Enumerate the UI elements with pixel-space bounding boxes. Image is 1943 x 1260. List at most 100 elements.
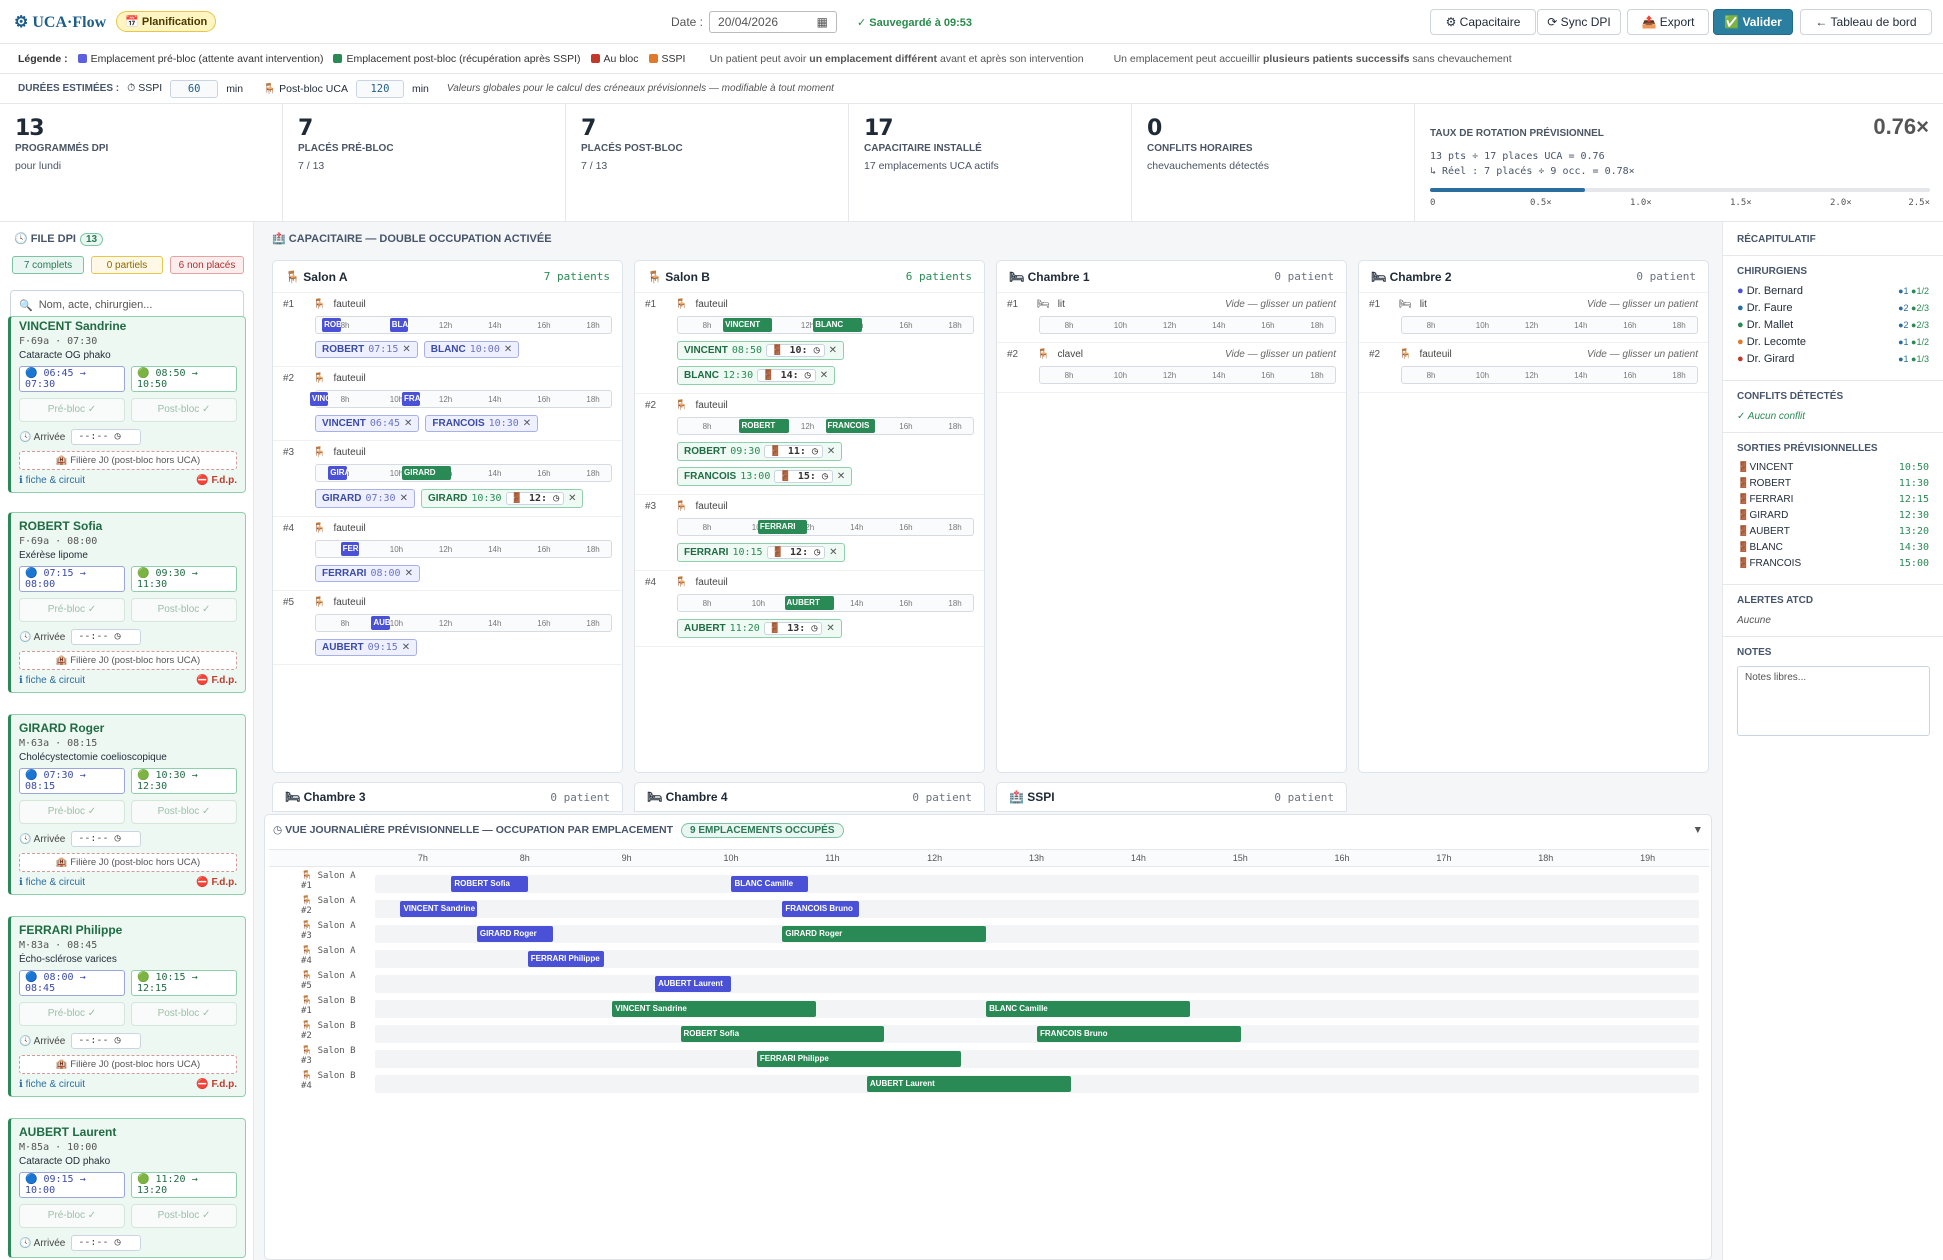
exit-time-input[interactable]: 🚪 13: ◷ [763, 622, 823, 635]
patient-chip[interactable]: VINCENT 08:50 🚪 10: ◷ ✕ [677, 341, 844, 360]
validate-button[interactable]: ✅ Valider [1713, 9, 1793, 35]
gantt-header[interactable]: ◷ VUE JOURNALIÈRE PRÉVISIONNELLE — OCCUP… [265, 815, 1711, 845]
gantt-bar[interactable]: BLANC Camille [986, 1001, 1190, 1017]
timeline-block[interactable]: VINCENT [309, 392, 329, 406]
remove-icon[interactable]: ✕ [405, 568, 413, 579]
timeline-block[interactable]: ROBERT [739, 419, 789, 433]
date-input[interactable]: 20/04/2026 ▦ [709, 11, 838, 33]
remove-icon[interactable]: ✕ [404, 418, 412, 429]
remove-icon[interactable]: ✕ [837, 471, 845, 482]
arrival-time-input[interactable]: --:-- ◷ [71, 1033, 142, 1049]
timeline-block[interactable]: VINCENT [723, 318, 773, 332]
calendar-icon[interactable]: ▦ [817, 15, 828, 29]
arrival-time-input[interactable]: --:-- ◷ [71, 1235, 142, 1251]
gantt-bar[interactable]: FRANCOIS Bruno [782, 901, 859, 917]
arrival-time-input[interactable]: --:-- ◷ [71, 629, 142, 645]
gantt-bar[interactable]: AUBERT Laurent [866, 1076, 1071, 1092]
post-duration-input[interactable]: 120 [355, 79, 404, 98]
fdp-button[interactable]: ⛔ F.d.p. [196, 475, 237, 486]
pre-bloc-button[interactable]: Pré-bloc ✓ [19, 398, 125, 422]
patient-chip[interactable]: AUBERT 11:20 🚪 13: ◷ ✕ [677, 619, 842, 638]
sspi-duration-input[interactable]: 60 [170, 79, 219, 98]
fiche-circuit-link[interactable]: ℹ fiche & circuit [19, 877, 85, 888]
fiche-circuit-link[interactable]: ℹ fiche & circuit [19, 475, 85, 486]
patient-chip[interactable]: ROBERT 07:15 ✕ [315, 341, 418, 358]
patient-chip[interactable]: FERRARI 08:00 ✕ [315, 565, 420, 582]
timeline-block[interactable]: AUBERT [784, 596, 834, 610]
remove-icon[interactable]: ✕ [568, 493, 576, 504]
patient-chip[interactable]: AUBERT 09:15 ✕ [315, 639, 418, 656]
filiere-badge[interactable]: 🏨 Filière J0 (post-bloc hors UCA) [19, 451, 237, 470]
fdp-button[interactable]: ⛔ F.d.p. [196, 1079, 237, 1090]
patient-card[interactable]: GIRARD Roger M·63a · 08:15 Cholécystectomi… [8, 714, 246, 895]
patient-chip[interactable]: GIRARD 07:30 ✕ [315, 489, 415, 508]
gantt-bar[interactable]: AUBERT Laurent [655, 976, 732, 992]
exit-time-input[interactable]: 🚪 12: ◷ [766, 546, 826, 559]
timeline-block[interactable]: FRANCOIS [825, 419, 875, 433]
pre-bloc-button[interactable]: Pré-bloc ✓ [19, 1002, 125, 1026]
dashboard-button[interactable]: ← Tableau de bord [1800, 9, 1932, 35]
notes-textarea[interactable]: Notes libres... [1737, 666, 1930, 736]
gantt-bar[interactable]: FERRARI Philippe [756, 1051, 961, 1067]
export-button[interactable]: 📤 Export [1627, 9, 1709, 35]
pre-bloc-button[interactable]: Pré-bloc ✓ [19, 800, 125, 824]
post-bloc-button[interactable]: Post-bloc ✓ [131, 398, 237, 422]
arrival-time-input[interactable]: --:-- ◷ [71, 429, 142, 445]
post-bloc-button[interactable]: Post-bloc ✓ [131, 598, 237, 622]
gantt-bar[interactable]: FRANCOIS Bruno [1037, 1026, 1241, 1042]
patient-chip[interactable]: BLANC 12:30 🚪 14: ◷ ✕ [677, 366, 836, 385]
timeline-block[interactable]: GIRARD [328, 466, 347, 480]
timeline-block[interactable]: GIRARD [402, 466, 452, 480]
pre-bloc-button[interactable]: Pré-bloc ✓ [19, 1204, 125, 1228]
remove-icon[interactable]: ✕ [402, 642, 410, 653]
exit-time-input[interactable]: 🚪 14: ◷ [757, 369, 816, 382]
gantt-bar[interactable]: BLANC Camille [731, 876, 808, 892]
remove-icon[interactable]: ✕ [826, 623, 834, 634]
remove-icon[interactable]: ✕ [523, 418, 531, 429]
post-bloc-button[interactable]: Post-bloc ✓ [131, 800, 237, 824]
exit-time-input[interactable]: 🚪 11: ◷ [764, 445, 823, 458]
patient-card[interactable]: FERRARI Philippe M·83a · 08:45 Écho-scléro… [8, 916, 246, 1097]
remove-icon[interactable]: ✕ [400, 493, 408, 504]
patient-chip[interactable]: FRANCOIS 13:00 🚪 15: ◷ ✕ [677, 467, 853, 486]
fiche-circuit-link[interactable]: ℹ fiche & circuit [19, 1079, 85, 1090]
exit-time-input[interactable]: 🚪 10: ◷ [766, 344, 825, 357]
collapse-chevron-icon[interactable]: ▼ [1693, 824, 1703, 836]
exit-time-input[interactable]: 🚪 15: ◷ [774, 470, 833, 483]
remove-icon[interactable]: ✕ [820, 370, 828, 381]
remove-icon[interactable]: ✕ [829, 345, 837, 356]
patient-chip[interactable]: GIRARD 10:30 🚪 12: ◷ ✕ [420, 489, 584, 508]
timeline-block[interactable]: FRANCOIS [402, 392, 421, 406]
remove-icon[interactable]: ✕ [402, 344, 410, 355]
remove-icon[interactable]: ✕ [827, 446, 835, 457]
post-bloc-button[interactable]: Post-bloc ✓ [131, 1204, 237, 1228]
filter-partiels[interactable]: 0 partiels [91, 256, 163, 274]
remove-icon[interactable]: ✕ [829, 547, 837, 558]
patient-card[interactable]: ROBERT Sofia F·69a · 08:00 Exérèse lipome 🔵… [8, 512, 246, 693]
filiere-badge[interactable]: 🏨 Filière J0 (post-bloc hors UCA) [19, 853, 237, 872]
gantt-bar[interactable]: VINCENT Sandrine [612, 1001, 816, 1017]
gantt-bar[interactable]: VINCENT Sandrine [400, 901, 477, 917]
timeline-block[interactable]: AUBERT [371, 616, 390, 630]
filiere-badge[interactable]: 🏨 Filière J0 (post-bloc hors UCA) [19, 651, 237, 670]
exit-time-input[interactable]: 🚪 12: ◷ [505, 492, 565, 505]
patient-chip[interactable]: ROBERT 09:30 🚪 11: ◷ ✕ [677, 442, 843, 461]
capacitaire-button[interactable]: ⚙ Capacitaire [1430, 9, 1536, 35]
timeline-block[interactable]: FERRARI [757, 520, 808, 534]
timeline-block[interactable]: BLANC [389, 318, 409, 332]
timeline-block[interactable]: BLANC [813, 318, 863, 332]
patient-card[interactable]: VINCENT Sandrine F·69a · 07:30 Cataracte O… [8, 316, 246, 493]
post-bloc-button[interactable]: Post-bloc ✓ [131, 1002, 237, 1026]
patient-chip[interactable]: VINCENT 06:45 ✕ [315, 415, 420, 432]
pre-bloc-button[interactable]: Pré-bloc ✓ [19, 598, 125, 622]
patient-card[interactable]: AUBERT Laurent M·85a · 10:00 Cataracte OD … [8, 1118, 246, 1258]
gantt-bar[interactable]: FERRARI Philippe [527, 951, 605, 967]
filter-non-places[interactable]: 6 non placés [170, 256, 244, 274]
sync-dpi-button[interactable]: ⟳ Sync DPI [1537, 9, 1621, 35]
patient-chip[interactable]: FRANCOIS 10:30 ✕ [425, 415, 539, 432]
filter-complets[interactable]: 7 complets [12, 256, 84, 274]
timeline-block[interactable]: ROBERT [322, 318, 341, 332]
arrival-time-input[interactable]: --:-- ◷ [71, 831, 142, 847]
gantt-bar[interactable]: GIRARD Roger [476, 926, 554, 942]
gantt-bar[interactable]: ROBERT Sofia [451, 876, 528, 892]
